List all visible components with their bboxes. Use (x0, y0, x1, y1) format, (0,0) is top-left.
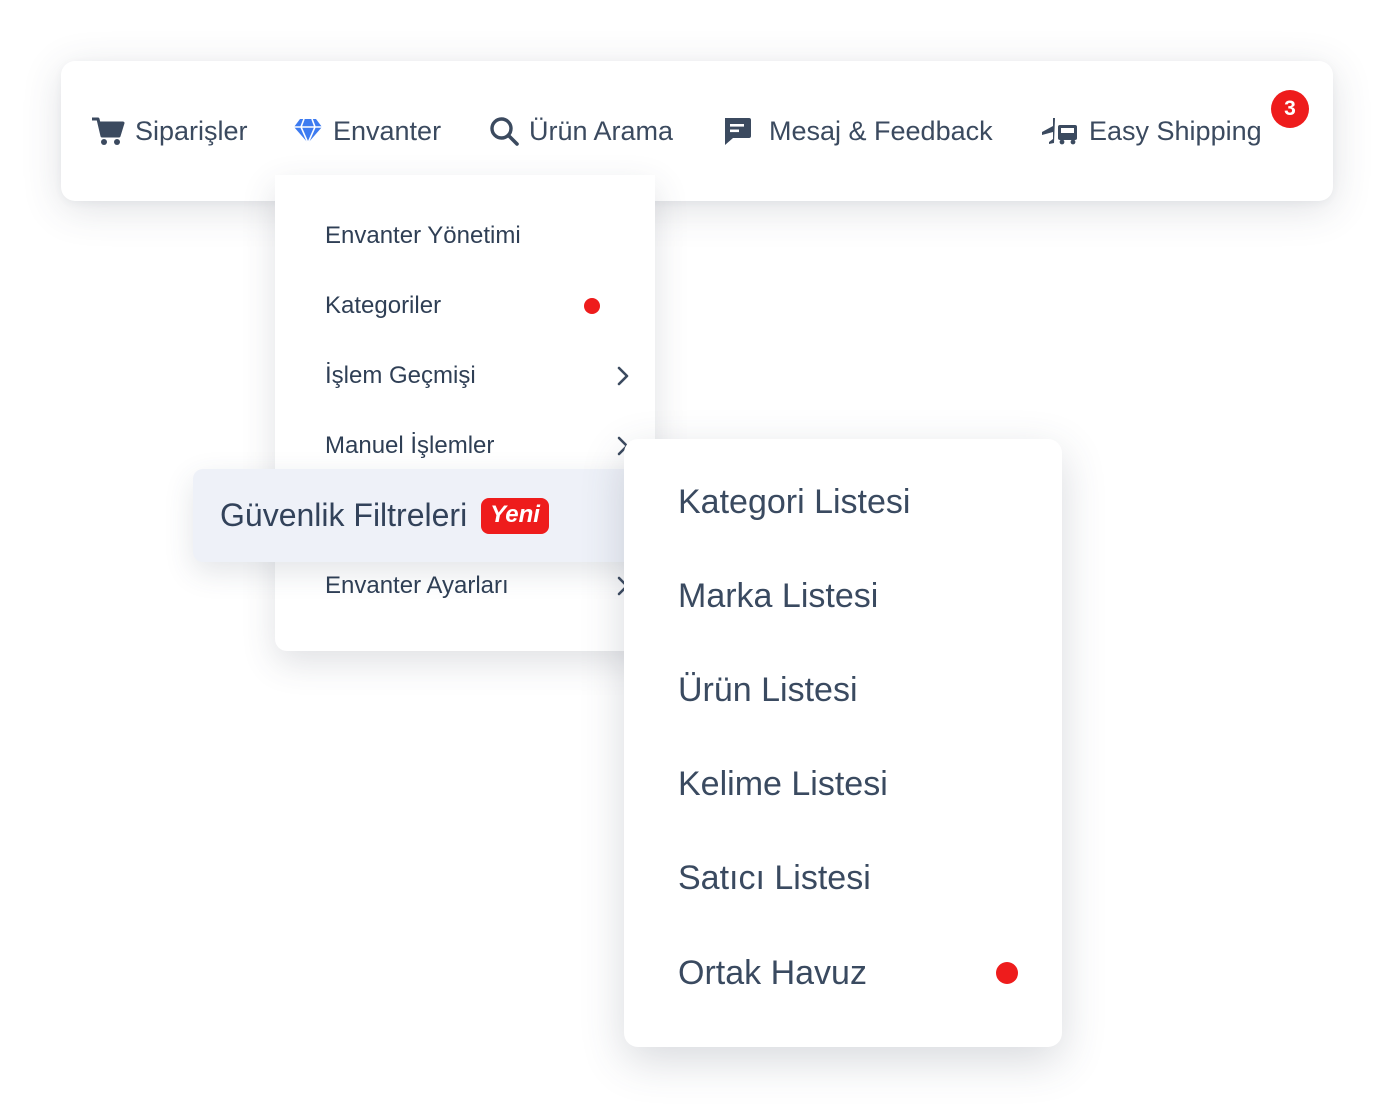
shipping-icon (1041, 116, 1079, 146)
submenu-item-label: Kelime Listesi (678, 764, 888, 803)
submenu-item-label: Kategori Listesi (678, 482, 911, 521)
top-navbar: Siparişler Envanter Ürün Arama Mesaj & F… (61, 61, 1333, 201)
search-icon (489, 116, 519, 146)
dropdown-item-label: Manuel İşlemler (325, 432, 495, 459)
nav-item-siparisler[interactable]: Siparişler (91, 61, 248, 201)
submenu-item-ortak-havuz[interactable]: Ortak Havuz (678, 948, 1018, 998)
submenu-item-marka-listesi[interactable]: Marka Listesi (678, 571, 1018, 621)
message-icon (721, 115, 753, 147)
nav-label-envanter: Envanter (333, 115, 442, 146)
submenu-item-label: Ortak Havuz (678, 953, 867, 992)
dropdown-item-label: Kategoriler (325, 292, 442, 319)
notification-dot (996, 962, 1018, 984)
cart-icon (91, 116, 125, 146)
dropdown-item-label: Envanter Yönetimi (325, 222, 521, 249)
nav-label-mesaj-feedback: Mesaj & Feedback (769, 115, 993, 146)
nav-item-mesaj-feedback[interactable]: Mesaj & Feedback (721, 61, 993, 201)
nav-label-easy-shipping: Easy Shipping (1089, 115, 1262, 146)
dropdown-item-guvenlik-filtreleri[interactable]: Güvenlik Filtreleri Yeni (193, 469, 653, 562)
dropdown-item-label: Envanter Ayarları (325, 572, 509, 599)
dropdown-item-envanter-yonetimi[interactable]: Envanter Yönetimi (325, 216, 630, 256)
submenu-item-label: Marka Listesi (678, 576, 879, 615)
chevron-right-icon (616, 365, 630, 387)
new-badge: Yeni (481, 497, 549, 534)
dropdown-item-islem-gecmisi[interactable]: İşlem Geçmişi (325, 356, 630, 396)
submenu-item-label: Ürün Listesi (678, 670, 858, 709)
guvenlik-filtreleri-submenu: Kategori Listesi Marka Listesi Ürün List… (624, 439, 1062, 1047)
submenu-item-urun-listesi[interactable]: Ürün Listesi (678, 665, 1018, 715)
nav-item-easy-shipping[interactable]: Easy Shipping (1041, 61, 1262, 201)
dropdown-item-label: Güvenlik Filtreleri (220, 497, 468, 533)
nav-label-urun-arama: Ürün Arama (529, 115, 674, 146)
dropdown-item-kategoriler[interactable]: Kategoriler (325, 286, 630, 326)
submenu-item-kategori-listesi[interactable]: Kategori Listesi (678, 477, 1018, 527)
notification-badge: 3 (1271, 90, 1309, 128)
submenu-item-label: Satıcı Listesi (678, 858, 871, 897)
submenu-item-kelime-listesi[interactable]: Kelime Listesi (678, 759, 1018, 809)
notification-dot (584, 298, 600, 314)
dropdown-item-envanter-ayarlari[interactable]: Envanter Ayarları (325, 566, 630, 606)
envanter-dropdown: Envanter Yönetimi Kategoriler İşlem Geçm… (275, 175, 655, 651)
dropdown-item-label: İşlem Geçmişi (325, 362, 476, 389)
dropdown-item-manuel-islemler[interactable]: Manuel İşlemler (325, 426, 630, 466)
nav-label-siparisler: Siparişler (135, 115, 248, 146)
submenu-item-satici-listesi[interactable]: Satıcı Listesi (678, 853, 1018, 903)
diamond-icon (293, 118, 323, 144)
